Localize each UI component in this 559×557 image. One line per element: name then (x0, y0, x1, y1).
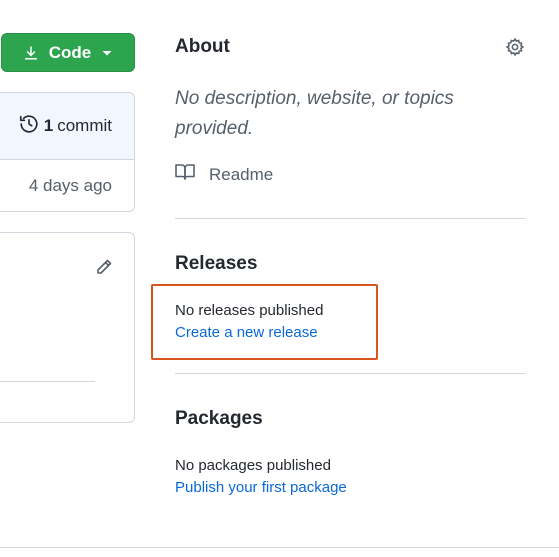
readme-box (0, 232, 135, 423)
releases-divider (175, 373, 525, 374)
code-button[interactable]: Code (1, 33, 135, 72)
commit-box: 1 commit 4 days ago (0, 92, 135, 212)
highlight-box (151, 284, 378, 360)
footer-divider (0, 547, 559, 548)
commit-time-ago: 4 days ago (28, 176, 112, 195)
about-description: No description, website, or topics provi… (175, 88, 454, 139)
packages-empty-text: No packages published (175, 457, 331, 474)
about-divider (175, 218, 525, 219)
download-icon (23, 45, 39, 61)
commit-word: commit (57, 116, 112, 135)
packages-heading[interactable]: Packages (175, 408, 263, 430)
gear-icon[interactable] (505, 37, 525, 62)
caret-down-icon (101, 47, 113, 59)
readme-label: Readme (209, 164, 274, 184)
readme-divider (0, 381, 95, 382)
commit-history-link[interactable]: 1 commit (0, 93, 134, 160)
pencil-icon[interactable] (94, 257, 114, 282)
code-button-label: Code (48, 42, 92, 62)
book-icon (175, 163, 195, 186)
about-heading: About (175, 36, 230, 57)
history-icon (18, 113, 40, 140)
commit-count: 1 (43, 116, 54, 135)
readme-link[interactable]: Readme (175, 163, 273, 186)
publish-package-link[interactable]: Publish your first package (175, 479, 347, 496)
releases-heading[interactable]: Releases (175, 253, 257, 275)
